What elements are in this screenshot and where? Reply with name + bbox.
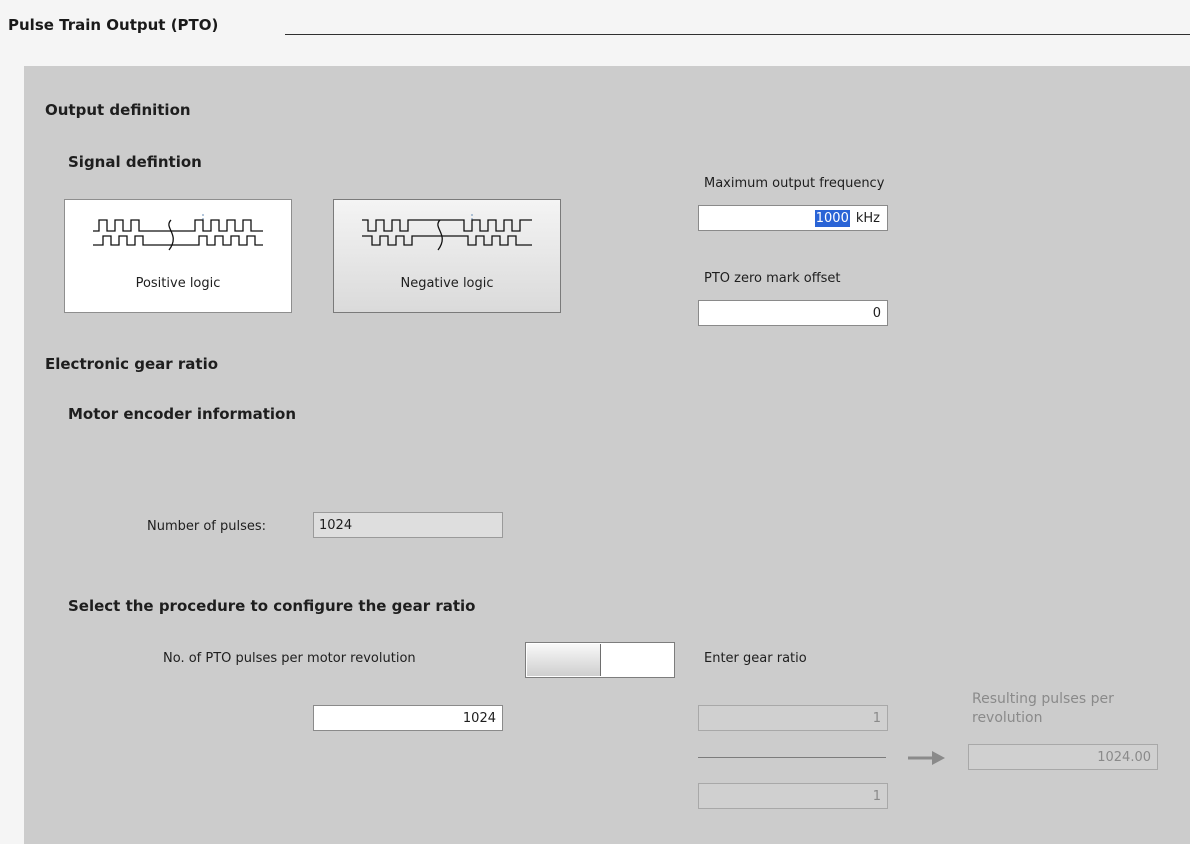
max-frequency-field[interactable]: 1000 kHz	[698, 205, 888, 231]
header-divider	[285, 34, 1190, 35]
positive-logic-button[interactable]: Positive logic	[64, 199, 292, 313]
negative-logic-button[interactable]: Negative logic	[333, 199, 561, 313]
number-of-pulses-label: Number of pulses:	[147, 519, 267, 534]
resulting-pulses-label-line1: Resulting pulses per	[972, 691, 1114, 707]
procedure-heading: Select the procedure to configure the ge…	[68, 597, 476, 615]
max-frequency-value: 1000	[814, 209, 850, 227]
max-frequency-unit: kHz	[855, 210, 880, 226]
resulting-pulses-field: 1024.00	[968, 744, 1158, 770]
number-of-pulses-value: 1024	[319, 517, 353, 533]
pto-pulses-per-rev-value: 1024	[462, 710, 496, 726]
gear-ratio-denominator-field: 1	[698, 783, 888, 809]
positive-logic-waveform-icon	[93, 214, 263, 251]
output-definition-heading: Output definition	[45, 101, 191, 119]
resulting-pulses-value: 1024.00	[1097, 749, 1151, 765]
section-title: Pulse Train Output (PTO)	[8, 16, 225, 34]
negative-logic-label: Negative logic	[400, 276, 494, 291]
resulting-pulses-label-line2: revolution	[972, 710, 1043, 726]
number-of-pulses-field: 1024	[313, 512, 503, 538]
enter-gear-ratio-label: Enter gear ratio	[704, 651, 807, 666]
pto-settings-panel	[24, 66, 1190, 844]
zero-offset-field[interactable]: 0	[698, 300, 888, 326]
gear-ratio-denominator-value: 1	[872, 788, 881, 804]
gear-ratio-numerator-value: 1	[872, 710, 881, 726]
signal-definition-heading: Signal defintion	[68, 153, 202, 171]
zero-offset-label: PTO zero mark offset	[704, 271, 841, 286]
positive-logic-label: Positive logic	[135, 276, 221, 291]
max-frequency-label: Maximum output frequency	[704, 176, 885, 191]
zero-offset-value: 0	[872, 305, 881, 321]
procedure-toggle[interactable]	[525, 642, 675, 678]
negative-logic-waveform-icon	[362, 214, 532, 251]
procedure-toggle-knob[interactable]	[527, 644, 601, 676]
pto-pulses-per-rev-field[interactable]: 1024	[313, 705, 503, 731]
gear-ratio-fraction-line	[698, 757, 886, 758]
arrow-right-icon	[908, 751, 945, 765]
gear-ratio-heading: Electronic gear ratio	[45, 355, 219, 373]
gear-ratio-numerator-field: 1	[698, 705, 888, 731]
pto-pulses-per-rev-label: No. of PTO pulses per motor revolution	[163, 651, 416, 666]
motor-encoder-heading: Motor encoder information	[68, 405, 297, 423]
